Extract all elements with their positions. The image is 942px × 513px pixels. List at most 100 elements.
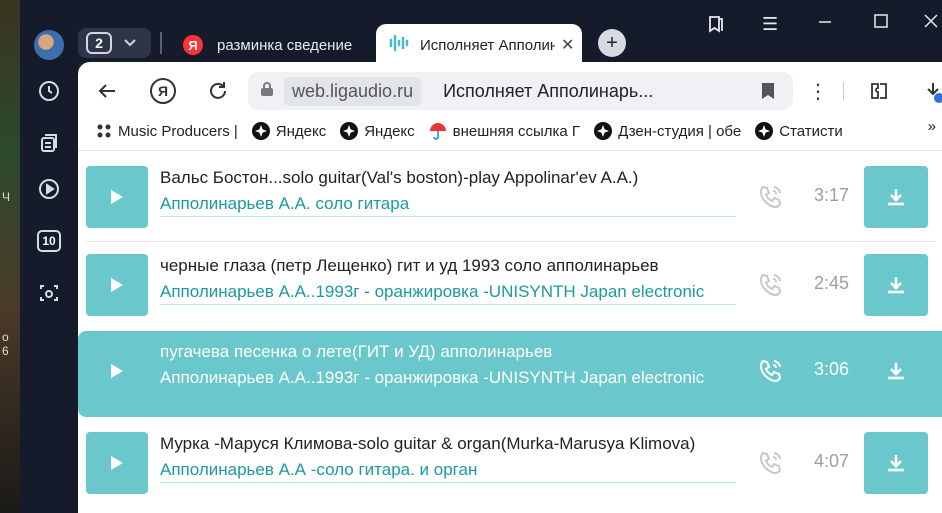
bookmarks-bar: Music Producers | Яндекс Яндекс внешняя …	[78, 118, 942, 144]
back-arrow-icon[interactable]	[92, 76, 122, 106]
close-window-icon[interactable]	[924, 14, 938, 33]
play-button[interactable]	[86, 340, 148, 402]
play-button[interactable]	[86, 254, 148, 316]
lock-icon	[260, 81, 274, 102]
bookmark-label: Яндекс	[275, 122, 327, 140]
tab-counter-button[interactable]: 2	[78, 28, 151, 58]
new-tab-button[interactable]: +	[598, 29, 626, 57]
tab-label: разминка сведение	[217, 36, 353, 54]
yandex-logo-icon: Я	[183, 35, 203, 55]
more-options-icon[interactable]: ⋮	[803, 76, 833, 106]
bookmarks-overflow-button[interactable]: »	[928, 118, 936, 135]
collections-icon[interactable]	[34, 128, 64, 158]
track-artist-link[interactable]: Апполинарьев А.А..1993г - оранжировка -U…	[160, 368, 736, 390]
bookmark-label: Яндекс	[364, 122, 415, 140]
bookmark-icon[interactable]	[761, 82, 775, 105]
tab-strip: 2 Я разминка сведение Исполняет Апполина…	[78, 0, 942, 66]
play-icon	[111, 190, 123, 204]
track-row: черные глаза (петр Лещенко) гит и уд 199…	[78, 245, 942, 331]
screenshot-icon[interactable]	[34, 278, 64, 308]
ten-badge-icon[interactable]: 10	[34, 226, 64, 256]
download-button[interactable]	[864, 166, 928, 228]
tab-divider	[160, 32, 162, 54]
audio-wave-icon	[388, 32, 410, 58]
play-icon	[111, 456, 123, 470]
bookmark-label: Music Producers |	[118, 122, 238, 140]
url-page-title: Исполняет Апполинарь...	[443, 80, 654, 101]
ten-badge-label: 10	[37, 230, 61, 252]
yandex-logo-icon: Я	[150, 78, 176, 104]
track-artist-link[interactable]: Апполинарьев А.А..1993г - оранжировка -U…	[160, 282, 736, 305]
track-duration: 2:45	[814, 273, 850, 293]
menu-icon[interactable]: ☰	[762, 14, 778, 35]
play-button[interactable]	[86, 166, 148, 228]
content-divider	[78, 150, 942, 151]
star-icon	[251, 122, 270, 140]
download-icon	[888, 189, 904, 206]
track-title[interactable]: Мурка -Маруся Климова-solo guitar & orga…	[160, 434, 740, 454]
track-title[interactable]: Вальс Бостон...solo guitar(Val's boston)…	[160, 168, 740, 188]
desktop-background-strip: Ч о 6	[0, 0, 20, 513]
star-icon	[594, 122, 613, 140]
track-duration: 4:07	[814, 451, 850, 471]
track-artist-link[interactable]: Апполинарьев А.А. соло гитара	[160, 194, 736, 217]
download-icon	[888, 363, 904, 380]
browser-content-panel: Я web.ligaudio.ru Исполняет Апполинарь..…	[78, 62, 942, 513]
navigation-toolbar: Я web.ligaudio.ru Исполняет Апполинарь..…	[78, 62, 942, 122]
maximize-icon[interactable]	[874, 14, 888, 33]
play-icon	[111, 278, 123, 292]
track-title[interactable]: пугачева песенка о лете(ГИТ и УД) апполи…	[160, 342, 740, 362]
ringtone-phone-icon[interactable]	[758, 449, 784, 480]
bookmark-label: внешняя ссылка Г	[452, 122, 581, 140]
tab-label: Исполняет Апполинарьев	[420, 36, 555, 54]
download-button[interactable]	[864, 254, 928, 316]
bookmark-yandex-1[interactable]: Яндекс	[251, 122, 327, 140]
bookmark-music-producers[interactable]: Music Producers |	[96, 123, 238, 140]
track-artist-link[interactable]: Апполинарьев А.А -соло гитара. и орган	[160, 460, 736, 483]
bookmark-yandex-2[interactable]: Яндекс	[340, 122, 415, 140]
close-tab-icon[interactable]: ✕	[561, 35, 574, 55]
umbrella-icon	[429, 122, 447, 140]
browser-sidebar: 10	[20, 0, 78, 513]
profile-avatar[interactable]	[34, 30, 64, 60]
bookmark-external-link[interactable]: внешняя ссылка Г	[429, 122, 580, 140]
tab-active-ligaudio[interactable]: Исполняет Апполинарьев ✕	[376, 24, 582, 66]
url-domain: web.ligaudio.ru	[284, 76, 422, 106]
downloads-icon[interactable]	[918, 76, 942, 106]
bookmark-label: Статисти	[779, 122, 843, 140]
track-row: Мурка -Маруся Климова-solo guitar & orga…	[78, 423, 942, 509]
download-icon	[888, 277, 904, 294]
bookmark-label: Дзен-студия | обе	[618, 122, 742, 140]
history-icon[interactable]	[34, 76, 64, 106]
ringtone-phone-icon[interactable]	[758, 357, 784, 388]
download-button[interactable]	[864, 432, 928, 494]
download-button[interactable]	[864, 340, 928, 402]
star-icon	[340, 122, 359, 140]
track-duration: 3:06	[814, 359, 850, 379]
address-bar[interactable]: web.ligaudio.ru Исполняет Апполинарь...	[248, 72, 793, 110]
ringtone-phone-icon[interactable]	[758, 271, 784, 302]
tab-count: 2	[86, 32, 112, 54]
bookmark-statistics[interactable]: Статисти	[755, 122, 843, 140]
download-icon	[888, 455, 904, 472]
play-button[interactable]	[86, 432, 148, 494]
bookmark-dzen-studio[interactable]: Дзен-студия | обе	[594, 122, 741, 140]
ringtone-phone-icon[interactable]	[758, 183, 784, 214]
minimize-icon[interactable]	[818, 14, 832, 33]
extensions-icon[interactable]	[864, 76, 894, 106]
tab-razminka[interactable]: Я разминка сведение	[183, 28, 368, 62]
music-producers-icon	[96, 123, 112, 139]
video-play-icon[interactable]	[34, 174, 64, 204]
track-row: Вальс Бостон...solo guitar(Val's boston)…	[78, 157, 942, 243]
star-icon	[755, 122, 774, 140]
track-duration: 3:17	[814, 185, 850, 205]
track-row-active: пугачева песенка о лете(ГИТ и УД) апполи…	[78, 331, 942, 417]
play-icon	[111, 364, 123, 378]
toolbar-divider	[843, 82, 844, 100]
track-title[interactable]: черные глаза (петр Лещенко) гит и уд 199…	[160, 256, 740, 276]
bookmarks-panel-icon[interactable]	[706, 14, 726, 39]
yandex-button[interactable]: Я	[148, 76, 178, 106]
row-divider	[86, 241, 936, 242]
chevron-down-icon	[124, 36, 136, 50]
reload-icon[interactable]	[203, 76, 233, 106]
